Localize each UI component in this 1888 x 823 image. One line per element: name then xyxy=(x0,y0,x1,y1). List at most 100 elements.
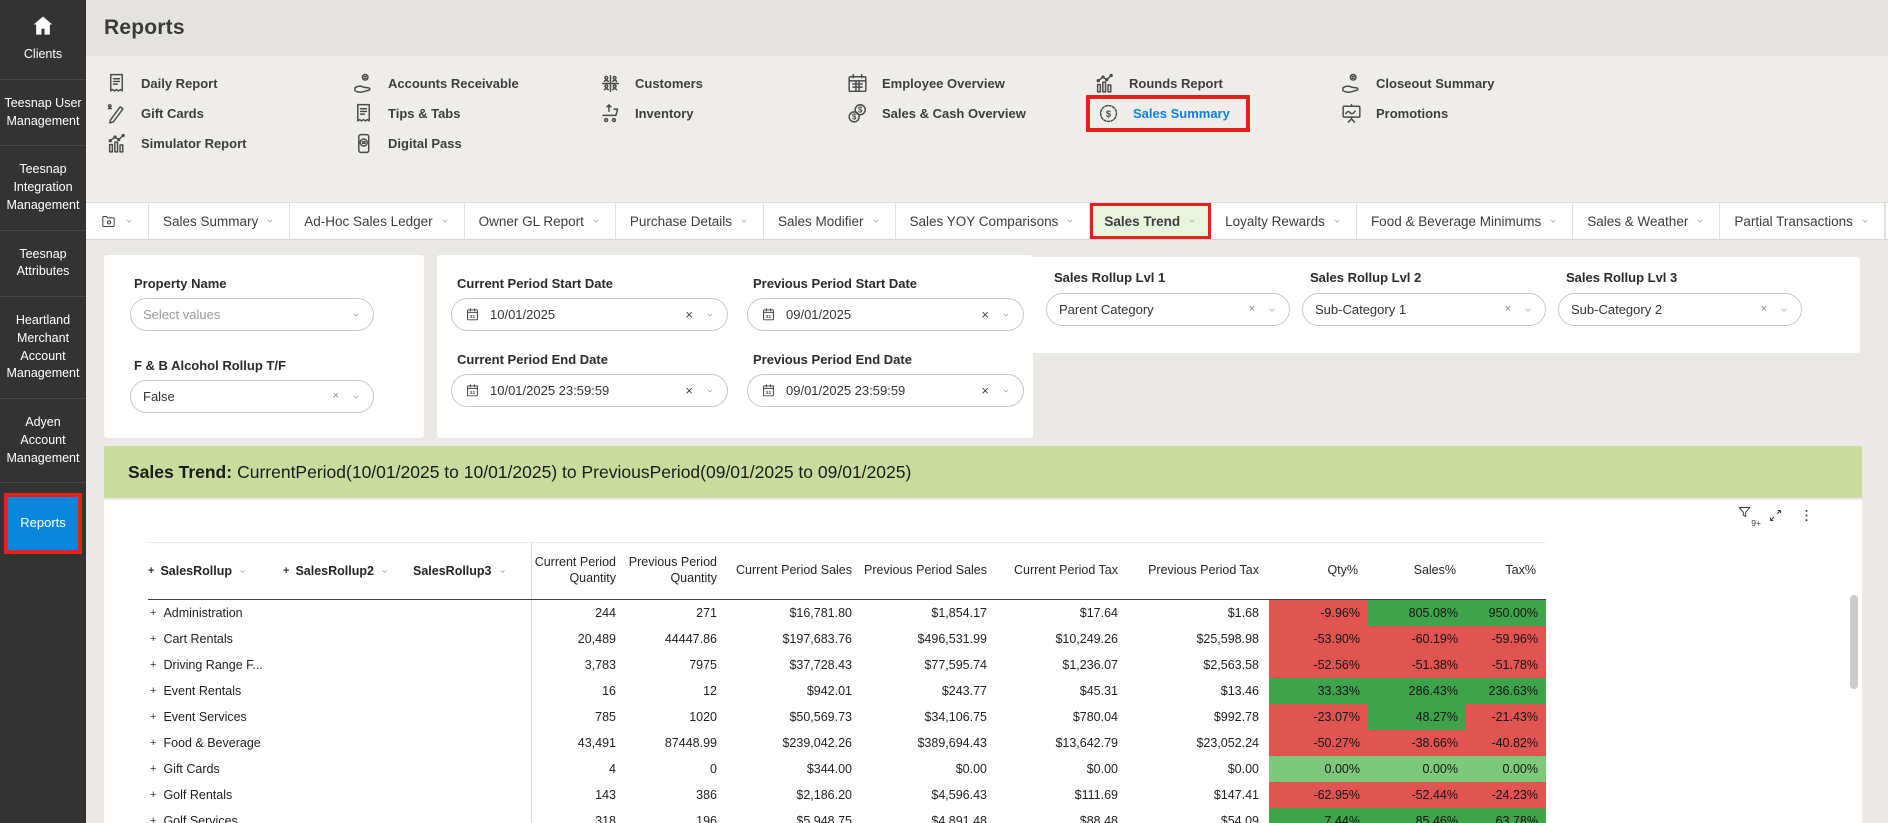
chevron-down-icon[interactable] xyxy=(1523,305,1533,315)
table-row-food-beverage[interactable]: + Food & Beverage 43,491 87448.99 $239,042.2… xyxy=(148,730,1546,756)
tab-sales-weather[interactable]: Sales & Weather xyxy=(1573,203,1721,239)
report-link-rounds-report[interactable]: Rounds Report xyxy=(1092,68,1339,98)
tab-owner-gl-report[interactable]: Owner GL Report xyxy=(464,203,616,239)
report-link-closeout-summary[interactable]: Closeout Summary xyxy=(1339,68,1586,98)
focus-mode-icon[interactable] xyxy=(1767,507,1784,524)
column-header-salesrollup2[interactable]: + SalesRollup2 xyxy=(283,543,413,599)
expand-row-icon[interactable]: + xyxy=(150,789,156,801)
chevron-down-icon[interactable] xyxy=(705,310,715,320)
tab-food-beverage-minimums[interactable]: Food & Beverage Minimums xyxy=(1356,203,1574,239)
tab-sales-trend[interactable]: Sales Trend xyxy=(1090,203,1212,239)
clear-icon[interactable]: × xyxy=(333,391,339,402)
tab-ad-hoc-sales-ledger[interactable]: Ad-Hoc Sales Ledger xyxy=(290,203,465,239)
column-header-qty[interactable]: Qty% xyxy=(1269,543,1368,599)
expand-row-icon[interactable]: + xyxy=(150,659,156,671)
clear-icon[interactable]: × xyxy=(1505,304,1511,315)
sidebar-item-clients[interactable]: Clients xyxy=(0,0,86,80)
clear-icon[interactable]: × xyxy=(685,308,693,321)
column-header-tax[interactable]: Tax% xyxy=(1466,543,1546,599)
chevron-down-icon[interactable] xyxy=(351,392,361,402)
column-header-current-period-sales[interactable]: Current Period Sales xyxy=(727,543,862,599)
report-link-tips-tabs[interactable]: Tips & Tabs xyxy=(351,98,598,128)
previous-start-input[interactable]: 09/01/2025 × xyxy=(747,298,1024,331)
report-link-daily-report[interactable]: Daily Report xyxy=(104,68,351,98)
column-header-current-period-quantity[interactable]: Current Period Quantity xyxy=(531,543,626,599)
expand-row-icon[interactable]: + xyxy=(150,815,156,823)
expand-row-icon[interactable]: + xyxy=(150,763,156,775)
vertical-scrollbar[interactable] xyxy=(1848,540,1858,817)
clear-icon[interactable]: × xyxy=(1761,304,1767,315)
rollup1-select[interactable]: Parent Category × xyxy=(1046,293,1290,326)
table-row-administration[interactable]: + Administration 244 271 $16,781.80 $1,854.17… xyxy=(148,600,1546,626)
chevron-down-icon[interactable] xyxy=(1001,310,1011,320)
column-header-current-period-tax[interactable]: Current Period Tax xyxy=(997,543,1128,599)
report-link-simulator-report[interactable]: Simulator Report xyxy=(104,128,351,158)
chevron-down-icon[interactable] xyxy=(351,310,361,320)
tab-loyalty-rewards[interactable]: Loyalty Rewards xyxy=(1211,203,1357,239)
expand-row-icon[interactable]: + xyxy=(150,737,156,749)
sidebar-item-heartland-merchant-account-management[interactable]: Heartland Merchant Account Management xyxy=(0,297,86,399)
report-link-sales-summary[interactable]: Sales Summary xyxy=(1086,94,1339,132)
fb-alcohol-select[interactable]: False × xyxy=(130,380,374,413)
clear-icon[interactable]: × xyxy=(1249,304,1255,315)
report-link-sales-cash-overview[interactable]: Sales & Cash Overview xyxy=(845,98,1092,128)
report-link-digital-pass[interactable]: Digital Pass xyxy=(351,128,598,158)
more-options-icon[interactable] xyxy=(1798,507,1815,524)
rollup3-select[interactable]: Sub-Category 2 × xyxy=(1558,293,1802,326)
sidebar-item-teesnap-attributes[interactable]: Teesnap Attributes xyxy=(0,231,86,297)
cell-percent: 286.43% xyxy=(1368,678,1466,704)
report-link-customers[interactable]: Customers xyxy=(598,68,845,98)
expand-row-icon[interactable]: + xyxy=(150,607,156,619)
sidebar-item-reports[interactable]: Reports xyxy=(4,493,82,554)
clear-icon[interactable]: × xyxy=(685,384,693,397)
column-header-previous-period-sales[interactable]: Previous Period Sales xyxy=(862,543,997,599)
column-header-previous-period-quantity[interactable]: Previous Period Quantity xyxy=(626,543,727,599)
tab-sales-yoy-comparisons[interactable]: Sales YOY Comparisons xyxy=(895,203,1091,239)
current-start-input[interactable]: 10/01/2025 × xyxy=(451,298,728,331)
table-row-driving-range-f[interactable]: + Driving Range F... 3,783 7975 $37,728.43 $7… xyxy=(148,652,1546,678)
report-links-column: Accounts Receivable Tips & Tabs Digital Pa… xyxy=(351,68,598,202)
rollup2-select[interactable]: Sub-Category 1 × xyxy=(1302,293,1546,326)
table-row-cart-rentals[interactable]: + Cart Rentals 20,489 44447.86 $197,683.76 $4… xyxy=(148,626,1546,652)
property-name-select[interactable]: Select values xyxy=(130,298,374,331)
table-row-event-rentals[interactable]: + Event Rentals 16 12 $942.01 $243.77 $45.31 $1… xyxy=(148,678,1546,704)
current-end-input[interactable]: 10/01/2025 23:59:59 × xyxy=(451,374,728,407)
expand-row-icon[interactable]: + xyxy=(150,685,156,697)
report-link-gift-cards[interactable]: Gift Cards xyxy=(104,98,351,128)
sidebar-item-teesnap-user-management[interactable]: Teesnap User Management xyxy=(0,80,86,147)
expand-all-icon[interactable]: + xyxy=(283,565,289,577)
column-header-previous-period-tax[interactable]: Previous Period Tax xyxy=(1128,543,1269,599)
table-row-event-services[interactable]: + Event Services 785 1020 $50,569.73 $34,106.… xyxy=(148,704,1546,730)
column-header-salesrollup3[interactable]: SalesRollup3 xyxy=(413,543,531,599)
cell-percent: -52.56% xyxy=(1269,652,1368,678)
tab-sales-summary[interactable]: Sales Summary xyxy=(149,203,291,239)
report-link-promotions[interactable]: Promotions xyxy=(1339,98,1586,128)
table-row-golf-services[interactable]: + Golf Services 318 196 $5,948.75 $4,891.48 $8… xyxy=(148,808,1546,823)
sidebar-item-adyen-account-management[interactable]: Adyen Account Management xyxy=(0,399,86,484)
column-header-sales[interactable]: Sales% xyxy=(1368,543,1466,599)
chevron-down-icon[interactable] xyxy=(1001,386,1011,396)
page-title: Reports xyxy=(104,16,185,39)
expand-row-icon[interactable]: + xyxy=(150,633,156,645)
expand-row-icon[interactable]: + xyxy=(150,711,156,723)
table-row-golf-rentals[interactable]: + Golf Rentals 143 386 $2,186.20 $4,596.43 $11… xyxy=(148,782,1546,808)
tab-sales-modifier[interactable]: Sales Modifier xyxy=(763,203,896,239)
report-link-employee-overview[interactable]: Employee Overview xyxy=(845,68,1092,98)
clear-icon[interactable]: × xyxy=(981,384,989,397)
export-folder-tab[interactable] xyxy=(86,203,149,239)
tab-purchase-details[interactable]: Purchase Details xyxy=(615,203,764,239)
tab-partial-transactions[interactable]: Partial Transactions xyxy=(1720,203,1885,239)
filters-applied-button[interactable]: 9+ xyxy=(1736,504,1761,528)
report-link-accounts-receivable[interactable]: Accounts Receivable xyxy=(351,68,598,98)
chevron-down-icon[interactable] xyxy=(1267,305,1277,315)
scrollbar-thumb[interactable] xyxy=(1850,595,1858,689)
chevron-down-icon[interactable] xyxy=(1779,305,1789,315)
report-link-inventory[interactable]: Inventory xyxy=(598,98,845,128)
table-row-gift-cards[interactable]: + Gift Cards 4 0 $344.00 $0.00 $0.00 $0.00 0.00%… xyxy=(148,756,1546,782)
column-header-salesrollup[interactable]: + SalesRollup xyxy=(148,543,283,599)
previous-end-input[interactable]: 09/01/2025 23:59:59 × xyxy=(747,374,1024,407)
expand-all-icon[interactable]: + xyxy=(148,565,154,577)
clear-icon[interactable]: × xyxy=(981,308,989,321)
chevron-down-icon[interactable] xyxy=(705,386,715,396)
sidebar-item-teesnap-integration-management[interactable]: Teesnap Integration Management xyxy=(0,146,86,231)
